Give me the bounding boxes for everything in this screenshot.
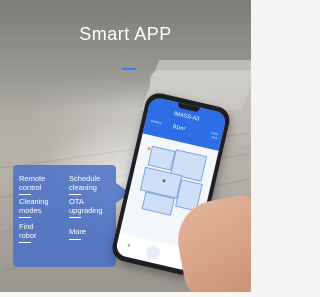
feature-ota-upgrading: OTA upgrading <box>69 197 103 218</box>
background-scene: Smart APP Remote control Schedule cleani… <box>0 0 251 292</box>
feature-underline <box>69 238 81 240</box>
bottom-strip <box>0 292 251 297</box>
feature-label: More <box>69 227 87 236</box>
feature-label: control <box>19 182 42 192</box>
time-stat: 72min time <box>209 131 219 141</box>
feature-underline <box>19 242 31 243</box>
feature-schedule-cleaning: Schedule cleaning <box>69 174 100 195</box>
start-button[interactable] <box>144 244 162 262</box>
feature-underline <box>69 194 81 195</box>
feature-remote-control: Remote control <box>19 174 45 195</box>
feature-find-robot: Find robot <box>19 222 37 243</box>
page-title: Smart APP <box>79 24 172 44</box>
feature-panel: Remote control Schedule cleaning Cleanin… <box>13 165 130 267</box>
feature-underline <box>19 194 31 195</box>
time-label: time <box>211 135 218 141</box>
feature-label: robot <box>19 230 37 240</box>
feature-underline <box>69 217 81 218</box>
title-accent-line <box>122 68 136 70</box>
feature-label: cleaning <box>69 182 97 192</box>
feature-label: modes <box>19 205 42 215</box>
battery-label: Battery <box>150 118 162 126</box>
feature-label: upgrading <box>69 205 103 215</box>
feature-more: More <box>69 227 87 240</box>
feature-underline <box>19 217 31 218</box>
cleaned-area: 81m² <box>172 124 186 133</box>
feature-cleaning-modes: Cleaning modes <box>19 197 49 218</box>
settings-icon[interactable]: ● <box>126 243 131 250</box>
